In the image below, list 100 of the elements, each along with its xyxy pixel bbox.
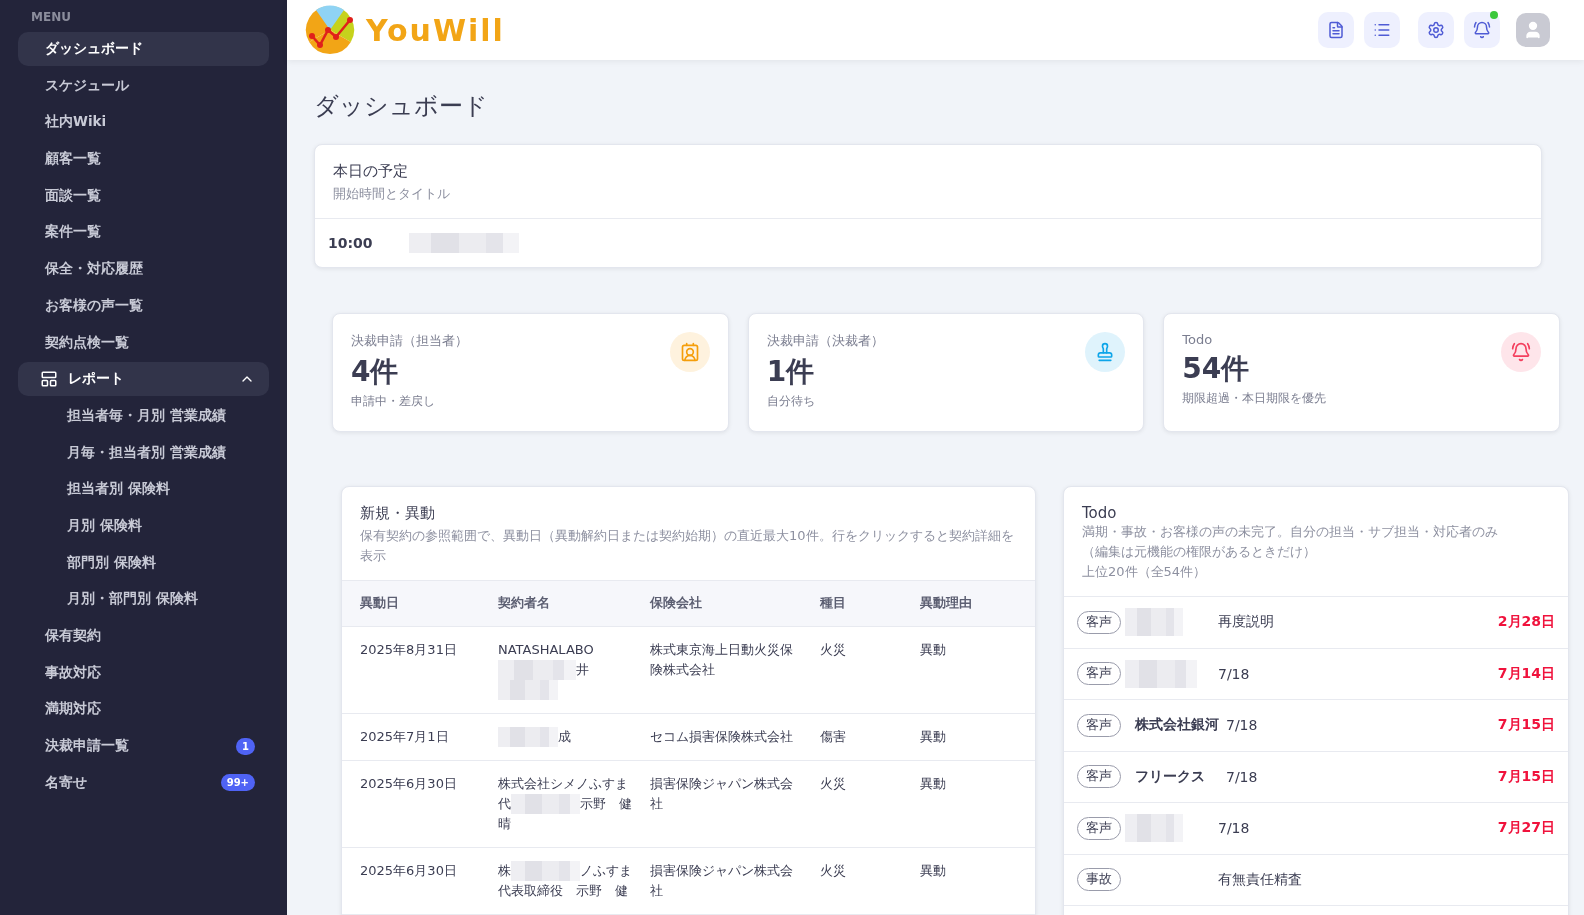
notifications-button[interactable]: [1464, 12, 1500, 48]
table-cell: 火災: [802, 847, 902, 914]
redacted-block: [1125, 814, 1183, 843]
count-badge: 1: [236, 737, 255, 755]
settings-icon: [1427, 21, 1445, 39]
table-cell: 火災: [802, 760, 902, 847]
nav-subitem[interactable]: 月別・部門別 保険料: [18, 582, 269, 617]
todo-note: 7/18: [1226, 717, 1259, 734]
cell-text: 井: [576, 660, 589, 679]
stat-label: 決裁申請（担当者）: [351, 332, 469, 350]
todo-row[interactable]: 客声 7/18 7月14日: [1064, 648, 1568, 700]
todo-row[interactable]: 客声 再度説明 2月28日: [1064, 597, 1568, 649]
settings-button[interactable]: [1418, 12, 1454, 48]
table-cell: 損害保険ジャパン株式会社: [632, 760, 802, 847]
due-date: 7月15日: [1497, 767, 1555, 786]
nav-subitem[interactable]: 部門別 保険料: [18, 545, 269, 580]
card-subtitle: 開始時間とタイトル: [333, 185, 451, 203]
todo-row[interactable]: 客声 株式会社銀河 7/18 7月15日: [1064, 700, 1568, 752]
table-row[interactable]: 2025年6月30日 株式会社シメノふすま 代 示野 健 晴 損害保険ジャパン株式会社 火災 異動: [342, 760, 1035, 847]
cell-text: 晴: [498, 814, 511, 833]
nav-subitem[interactable]: 担当者毎・月別 営業成績: [18, 398, 269, 433]
redacted-block: [511, 860, 580, 881]
page-title: ダッシュボード: [314, 91, 489, 122]
stat-label: 決裁申請（決裁者）: [766, 332, 885, 350]
redacted-block: [1125, 608, 1183, 637]
due-date: 7月15日: [1497, 716, 1555, 735]
cell-text: 示野 健: [580, 794, 632, 813]
due-date: 2月28日: [1497, 613, 1555, 632]
todo-row[interactable]: 客声 7/18 7月27日: [1064, 803, 1568, 855]
nav-item[interactable]: 満期対応: [18, 692, 269, 727]
column-header: 保険会社: [632, 581, 802, 626]
table-cell: 株式東京海上日動火災保険株式会社: [632, 626, 802, 713]
report-icon: [40, 370, 58, 389]
nav-item[interactable]: 事故対応: [18, 655, 269, 690]
nav-item[interactable]: 契約点検一覧: [18, 325, 269, 360]
bell-icon: [1473, 21, 1491, 39]
todo-note: 再度説明: [1218, 613, 1275, 632]
card-title: Todo: [1082, 504, 1118, 522]
table-cell: 異動: [902, 626, 1035, 713]
column-header: 異動日: [342, 581, 480, 626]
card-description: 満期・事故・お客様の声の未完了。自分の担当・サブ担当・対応者のみ: [1082, 523, 1499, 541]
card-description: 上位20件（全54件）: [1082, 563, 1208, 581]
stat-value: 4件: [351, 354, 400, 390]
table-row[interactable]: 2025年8月31日 NATASHALABO 井 株式東京海上日動火災保険株式会社 火災 異動: [342, 626, 1035, 713]
customer-name: フリークス: [1135, 767, 1205, 786]
cell-text: 代: [498, 794, 511, 813]
nav-subitem[interactable]: 月毎・担当者別 営業成績: [18, 435, 269, 470]
todo-note: 有無責任精査: [1218, 870, 1303, 889]
card-description: 保有契約の参照範囲で、異動日（異動解約日または契約始期）の直近最大10件。行をクリックすると契約詳細を表示: [360, 527, 1015, 565]
stat-label: Todo: [1182, 332, 1214, 347]
due-date: 7月14日: [1497, 664, 1555, 683]
nav-item[interactable]: 顧客一覧: [18, 142, 269, 177]
column-header: 契約者名: [480, 581, 632, 626]
nav-item[interactable]: 案件一覧: [18, 215, 269, 250]
table-cell: 異動: [902, 713, 1035, 760]
table-row[interactable]: 2025年6月30日 株 ノふすま 代表取締役 示野 健 損害保険ジャパン株式会社 火災 異動: [342, 847, 1035, 914]
document-button[interactable]: [1318, 12, 1354, 48]
card-title: 本日の予定: [333, 162, 409, 181]
nav-item[interactable]: ダッシュボード: [18, 32, 269, 66]
nav-item[interactable]: 面談一覧: [18, 178, 269, 213]
todo-row[interactable]: 客声 フリークス 7/18 7月15日: [1064, 751, 1568, 803]
table-cell: 異動: [902, 847, 1035, 914]
nav-group[interactable]: レポート: [18, 362, 269, 397]
column-header: 種目: [802, 581, 902, 626]
nav-subitem[interactable]: 担当者別 保険料: [18, 472, 269, 507]
nav-item[interactable]: お客様の声一覧: [18, 288, 269, 323]
schedule-time: 10:00: [328, 235, 373, 251]
todo-row[interactable]: 事故 有無責任精査: [1064, 854, 1568, 906]
table-row[interactable]: 2025年7月1日 成 セコム損害保険株式会社 傷害 異動: [342, 713, 1035, 760]
nav-item[interactable]: スケジュール: [18, 68, 269, 103]
cell-text: 代表取締役 示野 健: [498, 881, 628, 900]
list-icon: [1373, 21, 1391, 39]
redacted-block: [511, 793, 580, 814]
nav-subitem[interactable]: 月別 保険料: [18, 508, 269, 543]
redacted-block: [498, 679, 558, 700]
redacted-block: [498, 726, 558, 747]
nav-item[interactable]: 保有契約: [18, 619, 269, 653]
stat-note: 申請中・差戻し: [351, 393, 436, 410]
column-header: 異動理由: [902, 581, 1035, 626]
table-cell: 2025年6月30日: [342, 847, 480, 914]
nav-item[interactable]: 名寄せ 99+: [18, 765, 269, 800]
user-icon: [1523, 20, 1543, 40]
list-button[interactable]: [1364, 12, 1400, 48]
count-badge: 99+: [220, 774, 255, 792]
stat-note: 自分待ち: [766, 393, 816, 410]
cell-text: 成: [558, 727, 571, 746]
due-date: 7月27日: [1497, 819, 1555, 838]
table-cell: 2025年7月1日: [342, 713, 480, 760]
table-cell: 2025年8月31日: [342, 626, 480, 713]
id-badge-icon: [679, 342, 700, 362]
cell-text: ノふすま: [580, 861, 632, 880]
nav-item[interactable]: 社内Wiki: [18, 105, 269, 140]
nav-item[interactable]: 保全・対応履歴: [18, 252, 269, 287]
nav-item[interactable]: 決裁申請一覧 1: [18, 729, 269, 764]
bell-icon: [1511, 342, 1531, 362]
logo-text: YouWill: [366, 12, 505, 48]
card-description: （編集は元機能の権限があるときだけ）: [1082, 543, 1317, 561]
customer-name: 株式会社銀河: [1135, 716, 1219, 735]
card-title: 新規・異動: [360, 504, 436, 523]
cell-text: 株: [498, 861, 511, 880]
